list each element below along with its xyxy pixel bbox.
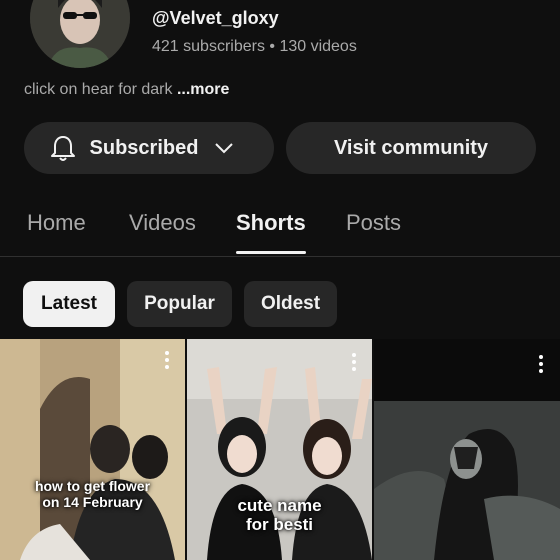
more-options-icon[interactable]: [539, 355, 543, 373]
bell-icon: [50, 136, 75, 161]
short-thumbnail-image: [374, 339, 560, 560]
short-caption: how to get flower on 14 February: [0, 478, 185, 510]
subscribed-button[interactable]: Subscribed: [24, 122, 274, 174]
visit-community-button[interactable]: Visit community: [286, 122, 536, 174]
tabs-divider: [0, 256, 560, 257]
short-caption-line: for besti: [245, 515, 314, 534]
subscribed-label: Subscribed: [89, 136, 199, 159]
short-thumbnail[interactable]: how to get flower on 14 February: [0, 339, 185, 560]
chevron-down-icon: [215, 143, 234, 154]
channel-description-text: click on hear for dark: [24, 81, 177, 98]
tab-shorts[interactable]: Shorts: [236, 210, 306, 236]
tab-home[interactable]: Home: [27, 210, 86, 236]
short-thumbnail[interactable]: [374, 339, 560, 560]
tab-posts[interactable]: Posts: [346, 210, 401, 236]
more-options-icon[interactable]: [352, 353, 356, 371]
short-caption-line: cute name: [237, 496, 322, 515]
short-caption: cute name for besti: [187, 496, 372, 534]
short-thumbnail[interactable]: cute name for besti: [187, 339, 372, 560]
short-thumbnail-image: [0, 339, 185, 560]
filter-popular[interactable]: Popular: [127, 281, 232, 327]
channel-stats: 421 subscribers • 130 videos: [152, 38, 357, 55]
short-caption-line: how to get flower: [34, 478, 151, 494]
filter-oldest[interactable]: Oldest: [244, 281, 337, 327]
more-link[interactable]: ...more: [177, 81, 229, 98]
tab-videos[interactable]: Videos: [129, 210, 196, 236]
channel-description[interactable]: click on hear for dark ...more: [24, 81, 229, 99]
channel-handle: @Velvet_gloxy: [152, 8, 279, 28]
filter-latest[interactable]: Latest: [23, 281, 115, 327]
active-tab-indicator: [236, 251, 306, 254]
short-caption-line: on 14 February: [42, 494, 143, 510]
more-options-icon[interactable]: [165, 351, 169, 369]
channel-avatar[interactable]: [30, 0, 130, 68]
visit-community-label: Visit community: [333, 136, 489, 159]
